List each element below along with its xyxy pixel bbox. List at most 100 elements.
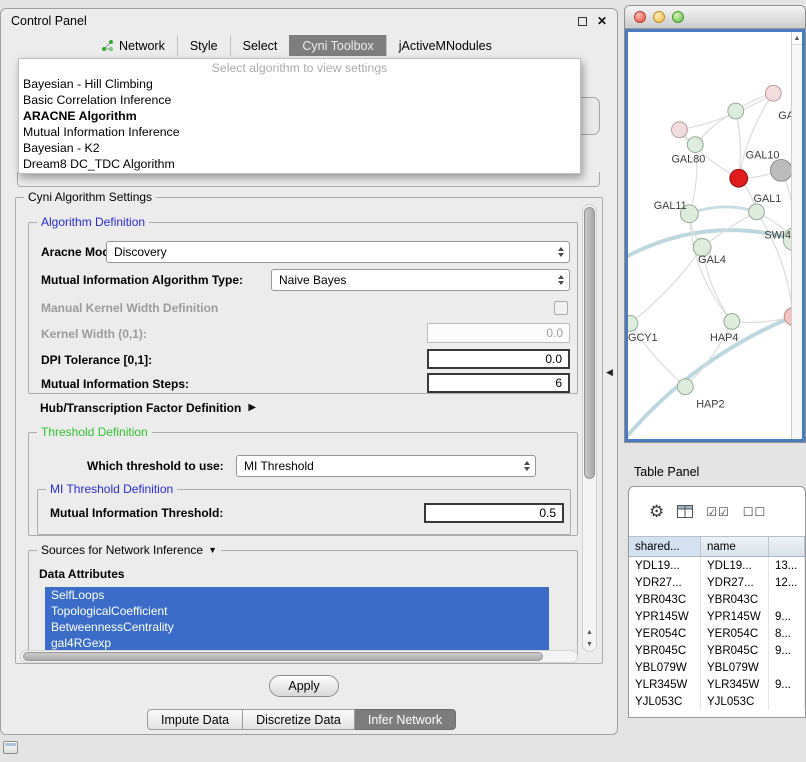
- algorithm-option[interactable]: ARACNE Algorithm: [19, 108, 580, 124]
- network-node[interactable]: [672, 122, 688, 138]
- algorithm-dropdown-popup: Select algorithm to view settings Bayesi…: [18, 58, 581, 174]
- table-cell: YJL053C: [701, 693, 769, 710]
- tab-label: Cyni Toolbox: [302, 39, 373, 53]
- tab-infer-network[interactable]: Infer Network: [355, 709, 456, 730]
- control-panel-window: Control Panel ✕ Network Style Select Cyn…: [0, 8, 618, 735]
- mi-type-select[interactable]: Naive Bayes: [271, 269, 570, 291]
- tab-cyni-toolbox[interactable]: Cyni Toolbox: [289, 35, 385, 56]
- table-cell: 9...: [769, 608, 805, 625]
- dpi-tolerance-field[interactable]: 0.0: [427, 349, 570, 369]
- scrollbar-thumb[interactable]: [584, 207, 595, 479]
- table-row[interactable]: YER054CYER054C8...: [629, 625, 805, 642]
- control-panel-tabbar: Network Style Select Cyni Toolbox jActiv…: [1, 33, 617, 58]
- deselect-all-columns-icon[interactable]: ☐☐: [743, 505, 767, 519]
- settings-vertical-scrollbar[interactable]: ▲ ▼: [582, 204, 597, 652]
- traffic-light-zoom-icon[interactable]: [672, 11, 684, 23]
- network-node[interactable]: [677, 379, 693, 395]
- traffic-light-close-icon[interactable]: [634, 11, 646, 23]
- table-cell: YDR27...: [701, 574, 769, 591]
- algorithm-option[interactable]: Basic Correlation Inference: [19, 92, 580, 108]
- aracne-mode-select[interactable]: Discovery: [106, 241, 570, 263]
- network-edge[interactable]: [679, 93, 773, 130]
- apply-button[interactable]: Apply: [269, 675, 339, 697]
- table-row[interactable]: YDL19...YDL19...13...: [629, 557, 805, 574]
- data-attribute-item[interactable]: BetweennessCentrality: [45, 619, 549, 635]
- algorithm-option[interactable]: Dream8 DC_TDC Algorithm: [19, 156, 580, 172]
- network-node-label: SWI4: [764, 229, 791, 241]
- network-edge[interactable]: [736, 111, 741, 178]
- table-row[interactable]: YLR345WYLR345W9...: [629, 676, 805, 693]
- table-cell: YBR043C: [701, 591, 769, 608]
- network-edge[interactable]: [630, 247, 702, 323]
- tab-discretize-data[interactable]: Discretize Data: [243, 709, 355, 730]
- sources-group-toggle[interactable]: Sources for Network Inference ▼: [37, 543, 221, 557]
- algorithm-option[interactable]: Bayesian - K2: [19, 140, 580, 156]
- mi-type-label: Mutual Information Algorithm Type:: [41, 269, 243, 291]
- threshold-select[interactable]: MI Threshold: [236, 455, 536, 477]
- settings-horizontal-scrollbar[interactable]: [20, 650, 578, 663]
- close-icon[interactable]: ✕: [597, 15, 607, 27]
- tab-style[interactable]: Style: [177, 35, 230, 56]
- obscured-group-border: [17, 172, 600, 187]
- column-header-shared-name[interactable]: shared...: [629, 537, 701, 556]
- column-header-partial[interactable]: [769, 537, 805, 556]
- manual-kernel-checkbox[interactable]: [554, 301, 568, 315]
- traffic-light-minimize-icon[interactable]: [653, 11, 665, 23]
- network-node[interactable]: [687, 137, 703, 153]
- network-node-label: HAP2: [696, 398, 724, 410]
- table-row[interactable]: YDR27...YDR27...12...: [629, 574, 805, 591]
- algorithm-option[interactable]: Mutual Information Inference: [19, 124, 580, 140]
- tab-impute-data[interactable]: Impute Data: [147, 709, 243, 730]
- algorithm-option[interactable]: Bayesian - Hill Climbing: [19, 76, 580, 92]
- kernel-width-field[interactable]: 0.0: [427, 323, 570, 343]
- hub-definition-toggle[interactable]: Hub/Transcription Factor Definition ▶: [40, 399, 256, 417]
- mi-threshold-field[interactable]: 0.5: [424, 503, 564, 523]
- mi-steps-field[interactable]: 6: [427, 373, 570, 393]
- net-scroll-up-arrow[interactable]: ▲: [792, 32, 802, 45]
- table-row[interactable]: YPR145WYPR145W9...: [629, 608, 805, 625]
- network-node[interactable]: [724, 314, 740, 330]
- table-row[interactable]: YJL053CYJL053C: [629, 693, 805, 710]
- table-cell: YBR043C: [629, 591, 701, 608]
- control-panel-title: Control Panel: [11, 14, 87, 28]
- table-cell: YLR345W: [629, 676, 701, 693]
- scroll-up-arrow[interactable]: ▲: [583, 626, 596, 638]
- network-node[interactable]: [730, 169, 748, 187]
- tab-select[interactable]: Select: [230, 35, 290, 56]
- table-cell: 9...: [769, 676, 805, 693]
- network-edge[interactable]: [689, 207, 756, 214]
- float-window-icon[interactable]: [578, 17, 587, 26]
- data-attribute-item[interactable]: SelfLoops: [45, 587, 549, 603]
- data-attribute-item[interactable]: TopologicalCoefficient: [45, 603, 549, 619]
- select-all-columns-icon[interactable]: ☑☑: [706, 505, 730, 519]
- table-cell: YER054C: [701, 625, 769, 642]
- network-node[interactable]: [749, 204, 765, 220]
- column-header-name[interactable]: name: [701, 537, 769, 556]
- tab-jactivemnodules[interactable]: jActiveMNodules: [386, 35, 504, 56]
- scroll-down-arrow[interactable]: ▼: [583, 638, 596, 650]
- table-cell: 8...: [769, 625, 805, 642]
- columns-icon[interactable]: [677, 505, 693, 518]
- collapse-down-icon: ▼: [208, 546, 217, 555]
- dpi-tolerance-value: 0.0: [545, 352, 562, 366]
- table-row[interactable]: YBR045CYBR045C9...: [629, 642, 805, 659]
- network-canvas[interactable]: GAL8GAL80GAL10GAL11GAL1SWI4GAL4GCY1HAP4Y…: [625, 29, 805, 442]
- panel-collapse-arrow[interactable]: ◀: [606, 367, 613, 378]
- network-node[interactable]: [770, 159, 792, 181]
- scrollbar-thumb[interactable]: [23, 652, 543, 661]
- algorithm-dropdown-placeholder: Select algorithm to view settings: [19, 60, 580, 76]
- table-row[interactable]: YBL079WYBL079W: [629, 659, 805, 676]
- data-attributes-list[interactable]: SelfLoopsTopologicalCoefficientBetweenne…: [45, 587, 549, 653]
- dpi-tolerance-label: DPI Tolerance [0,1]:: [41, 349, 152, 371]
- network-vertical-scrollbar[interactable]: ▲: [791, 32, 802, 439]
- tab-network[interactable]: Network: [89, 35, 177, 56]
- table-cell: 9...: [769, 642, 805, 659]
- gear-icon[interactable]: ⚙: [649, 502, 664, 522]
- table-cell: 13...: [769, 557, 805, 574]
- data-attribute-item[interactable]: gal4RGexp: [45, 635, 549, 651]
- table-row[interactable]: YBR043CYBR043C: [629, 591, 805, 608]
- network-node[interactable]: [728, 103, 744, 119]
- panel-dock-icon[interactable]: [3, 741, 18, 754]
- network-node[interactable]: [765, 85, 781, 101]
- network-edge[interactable]: [757, 212, 794, 317]
